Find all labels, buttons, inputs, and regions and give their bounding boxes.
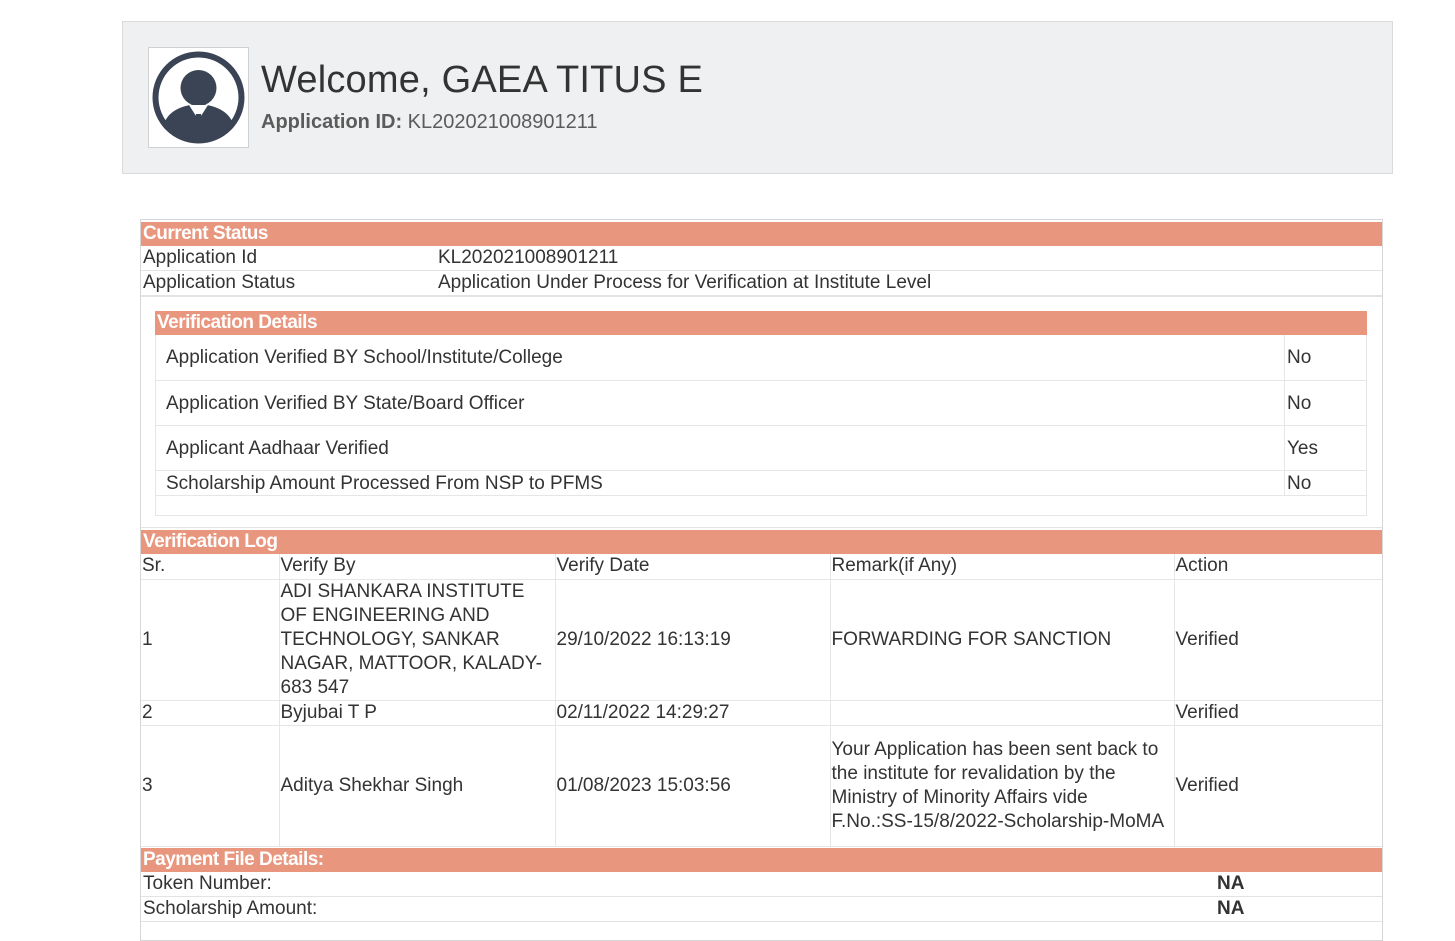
application-id-value: KL202021008901211 bbox=[407, 111, 598, 133]
verification-label: Scholarship Amount Processed From NSP to… bbox=[166, 473, 603, 494]
verification-value: No bbox=[1287, 473, 1312, 494]
log-col-sr: Sr. bbox=[141, 554, 280, 580]
welcome-panel: Welcome, GAEA TITUS E Application ID: KL… bbox=[122, 21, 1393, 174]
log-cell bbox=[829, 699, 1175, 726]
log-cell: ADI SHANKARA INSTITUTE OF ENGINEERING AN… bbox=[278, 578, 556, 701]
log-cell: Verified bbox=[1173, 699, 1382, 726]
log-cell: 1 bbox=[141, 578, 280, 701]
application-id-label: Application ID: bbox=[261, 111, 403, 133]
log-cell: Verified bbox=[1173, 724, 1382, 847]
log-cell: 2 bbox=[141, 699, 280, 726]
payment-label: Token Number: bbox=[143, 873, 272, 894]
payment-value: NA bbox=[1217, 898, 1245, 919]
log-cell: 29/10/2022 16:13:19 bbox=[554, 578, 831, 701]
log-header-row: Sr. Verify By Verify Date Remark(if Any)… bbox=[141, 554, 1382, 580]
verification-row: Application Verified BY State/Board Offi… bbox=[155, 381, 1367, 426]
status-row-application-id: Application Id KL202021008901211 bbox=[141, 246, 1382, 271]
verification-label: Application Verified BY School/Institute… bbox=[166, 347, 563, 368]
table-row: 2 Byjubai T P 02/11/2022 14:29:27 Verifi… bbox=[141, 699, 1382, 726]
current-status-header: Current Status bbox=[141, 222, 1382, 246]
log-cell: Byjubai T P bbox=[278, 699, 556, 726]
payment-label: Scholarship Amount: bbox=[143, 898, 318, 919]
verification-log-table: Sr. Verify By Verify Date Remark(if Any)… bbox=[141, 554, 1382, 847]
verification-row-empty bbox=[155, 496, 1367, 516]
verification-row: Scholarship Amount Processed From NSP to… bbox=[155, 471, 1367, 496]
status-panel: Current Status Application Id KL20202100… bbox=[140, 219, 1383, 941]
payment-file-header: Payment File Details: bbox=[141, 848, 1382, 872]
log-cell: Your Application has been sent back to t… bbox=[829, 724, 1175, 847]
log-cell: Aditya Shekhar Singh bbox=[278, 724, 556, 847]
application-id-line: Application ID: KL202021008901211 bbox=[261, 111, 598, 134]
status-label: Application Id bbox=[143, 247, 258, 268]
log-col-action: Action bbox=[1173, 554, 1382, 580]
log-cell: Verified bbox=[1173, 578, 1382, 701]
log-col-verify-by: Verify By bbox=[278, 554, 556, 580]
verification-value: No bbox=[1287, 347, 1312, 368]
verification-details-header: Verification Details bbox=[155, 311, 1367, 335]
verification-value: Yes bbox=[1287, 438, 1318, 459]
verification-value: No bbox=[1287, 393, 1312, 414]
status-label: Application Status bbox=[143, 272, 296, 293]
log-col-verify-date: Verify Date bbox=[554, 554, 831, 580]
table-row: 3 Aditya Shekhar Singh 01/08/2023 15:03:… bbox=[141, 724, 1382, 847]
verification-label: Application Verified BY State/Board Offi… bbox=[166, 393, 525, 414]
payment-row-amount: Scholarship Amount: NA bbox=[141, 897, 1382, 922]
log-cell: 01/08/2023 15:03:56 bbox=[554, 724, 831, 847]
verification-log-header: Verification Log bbox=[141, 530, 1382, 554]
verification-details-table: Verification Details Application Verifie… bbox=[155, 311, 1367, 516]
log-cell: 02/11/2022 14:29:27 bbox=[554, 699, 831, 726]
log-cell: FORWARDING FOR SANCTION bbox=[829, 578, 1175, 701]
status-value: KL202021008901211 bbox=[438, 247, 619, 268]
payment-value: NA bbox=[1217, 873, 1245, 894]
log-col-remark: Remark(if Any) bbox=[829, 554, 1175, 580]
payment-row-token: Token Number: NA bbox=[141, 872, 1382, 897]
status-row-application-status: Application Status Application Under Pro… bbox=[141, 271, 1382, 296]
user-avatar-icon bbox=[148, 47, 249, 148]
table-row: 1 ADI SHANKARA INSTITUTE OF ENGINEERING … bbox=[141, 578, 1382, 701]
verification-label: Applicant Aadhaar Verified bbox=[166, 438, 389, 459]
log-cell: 3 bbox=[141, 724, 280, 847]
verification-row: Application Verified BY School/Institute… bbox=[155, 335, 1367, 381]
status-value: Application Under Process for Verificati… bbox=[438, 272, 932, 293]
welcome-title: Welcome, GAEA TITUS E bbox=[261, 59, 704, 101]
verification-row: Applicant Aadhaar Verified Yes bbox=[155, 426, 1367, 471]
